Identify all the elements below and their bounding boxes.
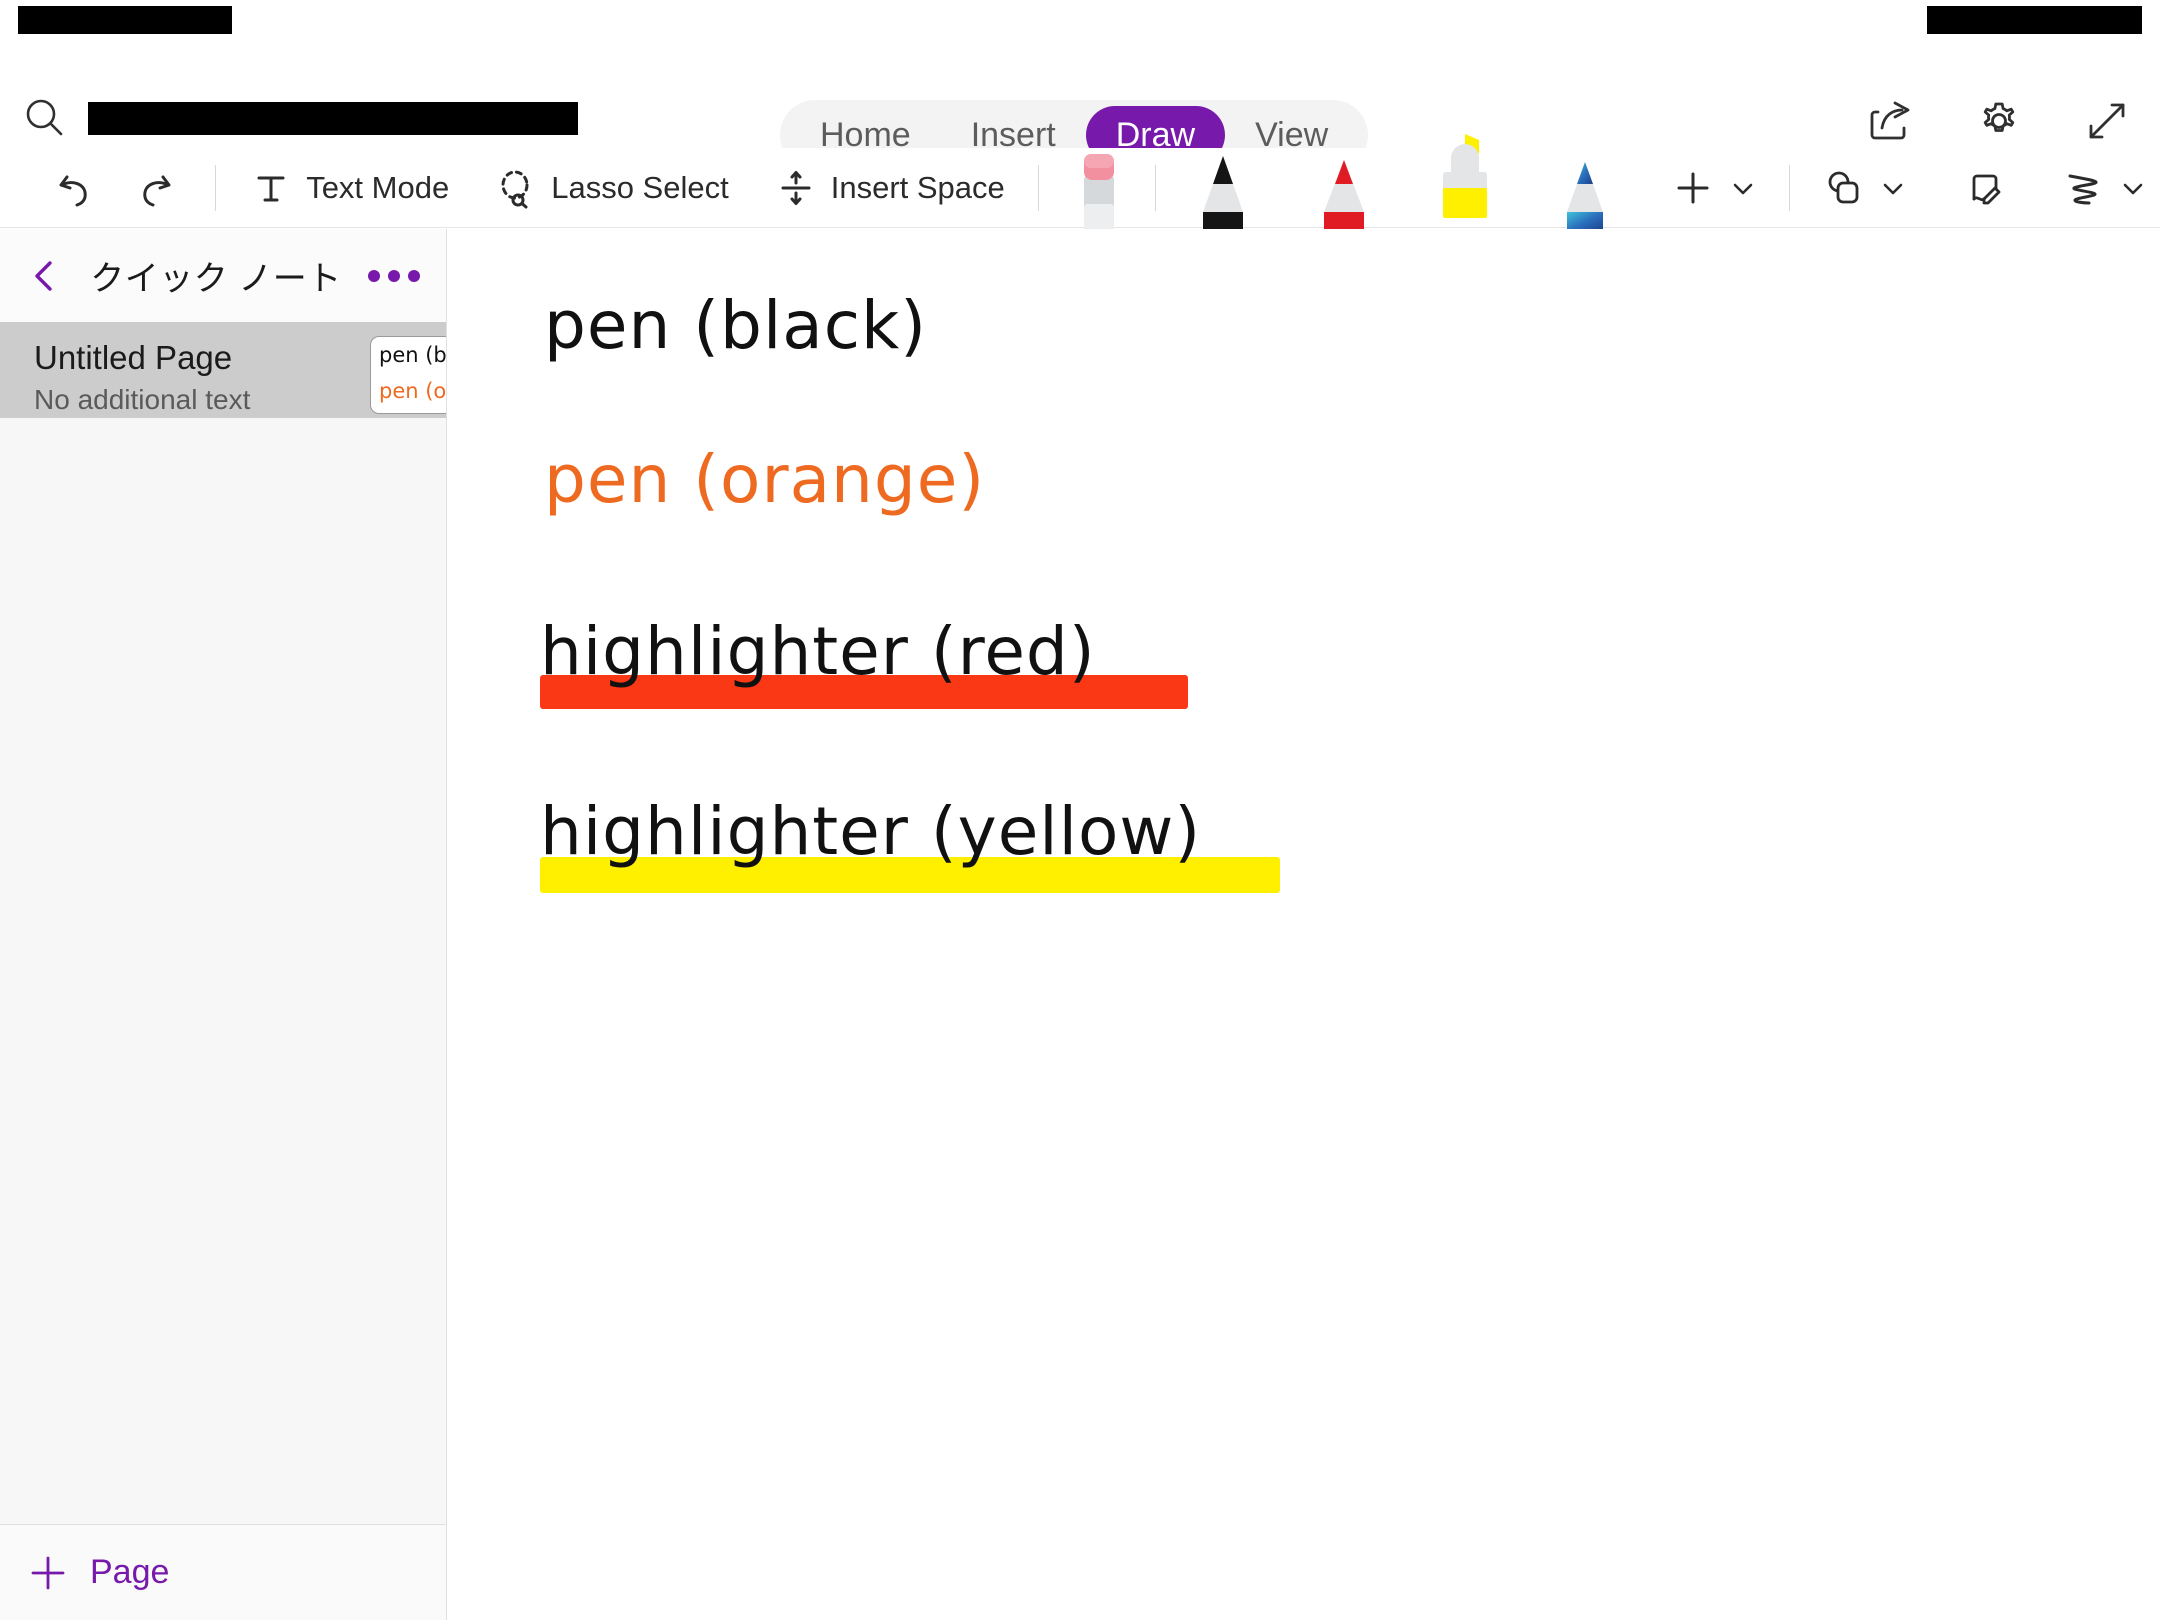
tool-pen-black[interactable]: [1175, 148, 1271, 232]
lasso-select-icon: [501, 170, 529, 208]
tool-highlighter-yellow[interactable]: [1417, 133, 1513, 228]
ink-text-2: pen (orange): [544, 441, 986, 518]
ink-text-4: highlighter (yellow): [540, 793, 1202, 870]
ink-text-3: highlighter (red): [540, 613, 1096, 690]
search-bar[interactable]: [22, 96, 578, 140]
lasso-select-label: Lasso Select: [551, 169, 729, 205]
shapes-button[interactable]: [1810, 157, 1920, 219]
ink-stroke-line-2: pen (orange): [544, 441, 985, 518]
redo-button[interactable]: [122, 157, 188, 219]
shapes-icon: [1828, 171, 1859, 203]
pen-galaxy-icon: [1567, 161, 1604, 232]
toolbar-divider-pens-right: [1155, 164, 1157, 211]
toolbar-divider-pens-left: [1037, 164, 1039, 211]
back-chevron-icon[interactable]: [26, 257, 64, 295]
text-mode-icon: [257, 176, 285, 201]
chevron-down-icon-add-pen[interactable]: [1728, 173, 1758, 203]
plus-icon: [1677, 172, 1709, 203]
tool-pen-red[interactable]: [1296, 148, 1392, 232]
notebook-title: クイック ノート: [90, 260, 342, 298]
text-mode-label: Text Mode: [306, 169, 450, 205]
search-input[interactable]: [88, 101, 578, 135]
tool-pen-galaxy[interactable]: [1537, 148, 1633, 232]
plus-icon-add-page: [31, 1556, 65, 1589]
more-options-icon[interactable]: [368, 257, 420, 295]
share-icon[interactable]: [1868, 98, 1914, 144]
pen-black-icon: [1202, 155, 1243, 232]
insert-space-button[interactable]: Insert Space: [763, 157, 1017, 219]
toolbar-divider-right: [1788, 164, 1790, 211]
chevron-down-icon-ink-to-text[interactable]: [2118, 173, 2148, 203]
page-list: Untitled Page No additional text pen (bl…: [0, 322, 446, 418]
page-thumbnail-line-1: pen (bl: [379, 343, 447, 367]
ink-stroke-line-3: highlighter (red): [540, 613, 1188, 709]
page-sidebar: クイック ノート Untitled Page No additional tex…: [0, 229, 447, 1620]
gear-icon[interactable]: [1976, 98, 2022, 144]
highlighter-yellow-icon: [1442, 133, 1487, 218]
ink-to-shape-button[interactable]: [1952, 157, 2018, 219]
expand-icon[interactable]: [2084, 98, 2130, 144]
add-pen-button[interactable]: [1660, 157, 1770, 219]
insert-space-icon: [781, 170, 811, 205]
ink-to-shape-icon: [1972, 174, 2001, 204]
eraser-icon: [1083, 153, 1114, 232]
toolbar-divider: [215, 164, 217, 211]
sidebar-header: クイック ノート: [0, 229, 446, 322]
add-page-label: Page: [90, 1553, 170, 1591]
ink-text-1: pen (black): [544, 287, 927, 364]
pen-red-icon: [1324, 159, 1365, 232]
undo-button[interactable]: [42, 157, 108, 219]
ink-stroke-line-4: highlighter (yellow): [540, 793, 1280, 893]
lasso-select-button[interactable]: Lasso Select: [483, 157, 741, 219]
status-bar-right-redaction: [1927, 6, 2142, 34]
note-canvas[interactable]: pen (black) pen (orange) highlighter (re…: [448, 229, 2160, 1620]
draw-toolbar: Text Mode Lasso Select Insert Space: [0, 133, 2160, 232]
header-actions: [1868, 98, 2130, 144]
app-header: Home Insert Draw View: [0, 38, 2160, 170]
add-page-button[interactable]: Page: [0, 1524, 446, 1620]
search-icon[interactable]: [22, 96, 66, 140]
ink-to-text-button[interactable]: [2050, 157, 2160, 219]
page-thumbnail: pen (bl pen (ora: [370, 336, 447, 414]
ink-stroke-line-1: pen (black): [544, 287, 927, 364]
text-mode-button[interactable]: Text Mode: [238, 157, 461, 219]
undo-icon: [59, 175, 87, 206]
status-bar-left-redaction: [18, 6, 232, 34]
scribble-icon: [2068, 174, 2098, 204]
page-thumbnail-line-2: pen (ora: [379, 379, 447, 403]
page-list-item-untitled-page[interactable]: Untitled Page No additional text pen (bl…: [0, 322, 446, 418]
tool-eraser[interactable]: [1051, 148, 1147, 232]
chevron-down-icon-shapes[interactable]: [1878, 173, 1908, 203]
redo-icon: [143, 175, 171, 206]
status-bar: [0, 0, 2160, 38]
insert-space-label: Insert Space: [830, 169, 1005, 205]
